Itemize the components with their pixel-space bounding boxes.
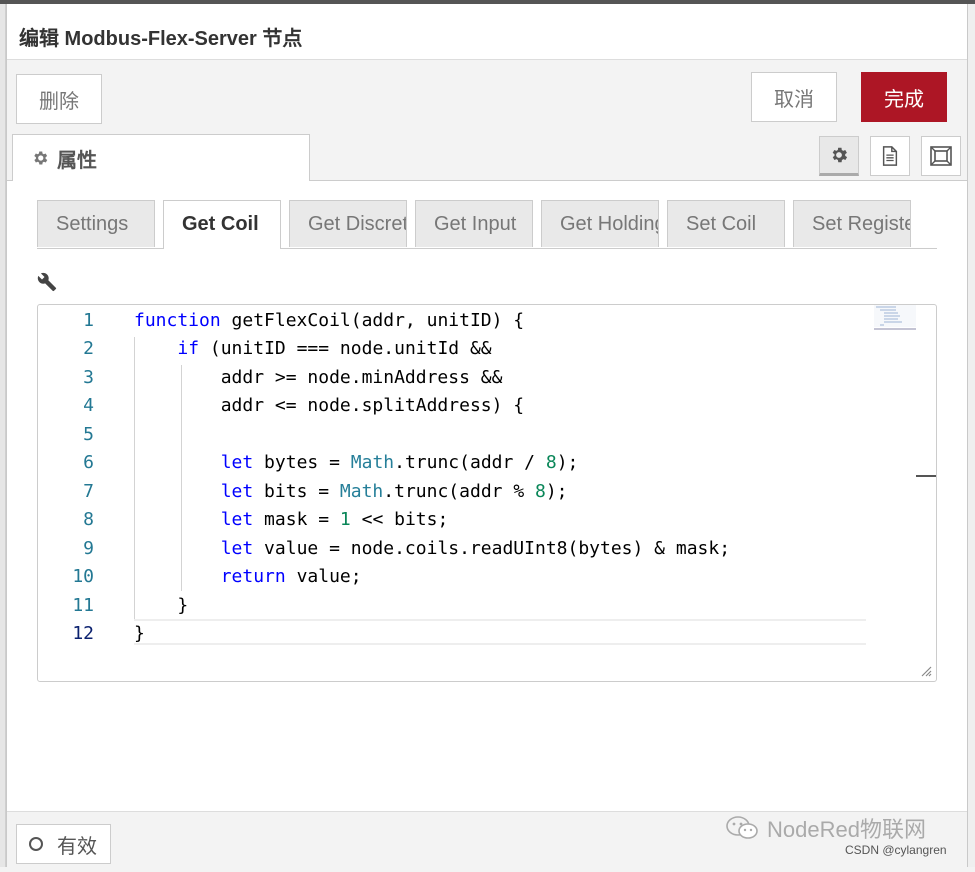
line-number-current: 12: [72, 623, 94, 644]
function-subtabs: Settings Get Coil Get Discrete Get Input…: [37, 200, 937, 249]
line-number: 2: [83, 338, 94, 359]
code-line: let mask = 1 << bits;: [220, 509, 449, 530]
subtab-get-holding[interactable]: Get Holding: [541, 200, 659, 247]
watermark: NodeRed物联网: [725, 812, 926, 844]
subtab-get-input[interactable]: Get Input: [415, 200, 533, 247]
tab-properties[interactable]: 属性: [12, 134, 310, 181]
line-number: 7: [83, 481, 94, 502]
gear-icon: [34, 151, 48, 165]
code-line: let bytes = Math.trunc(addr / 8);: [220, 452, 579, 473]
frame-icon: [930, 146, 952, 166]
edit-node-dialog: 编辑 Modbus-Flex-Server 节点 删除 取消 完成 属性 Set…: [6, 4, 968, 872]
subtab-get-discrete[interactable]: Get Discrete: [289, 200, 407, 247]
current-line-highlight: [134, 619, 866, 645]
editor-scrollbar[interactable]: [916, 305, 936, 681]
resize-grip-icon[interactable]: [920, 665, 932, 677]
line-number: 8: [83, 509, 94, 530]
watermark-text: NodeRed物联网: [767, 817, 926, 842]
code-line: return value;: [220, 566, 362, 587]
code-line: addr >= node.minAddress &&: [134, 367, 503, 388]
toggle-circle-icon: [29, 837, 43, 851]
appearance-view-button[interactable]: [921, 136, 961, 176]
subtab-set-coil[interactable]: Set Coil: [667, 200, 785, 247]
enable-toggle-label: 有效: [57, 835, 97, 858]
code-line: let value = node.coils.readUInt8(bytes) …: [220, 538, 731, 559]
document-icon: [882, 146, 898, 166]
wechat-icon: [726, 816, 758, 839]
description-view-button[interactable]: [870, 136, 910, 176]
line-number: 11: [72, 595, 94, 616]
line-number: 5: [83, 424, 94, 445]
gear-icon: [832, 147, 848, 163]
wrench-icon[interactable]: [37, 272, 57, 292]
line-number: 4: [83, 395, 94, 416]
enable-toggle-button[interactable]: 有效: [16, 824, 111, 864]
subtab-set-register[interactable]: Set Register: [793, 200, 911, 247]
code-line: }: [134, 595, 189, 616]
line-number: 9: [83, 538, 94, 559]
done-button[interactable]: 完成: [861, 72, 947, 122]
code-line: }: [134, 623, 145, 644]
code-line: function getFlexCoil(addr, unitID) {: [134, 310, 525, 331]
subtab-get-coil[interactable]: Get Coil: [163, 200, 281, 249]
dialog-action-bar: 删除 取消 完成: [7, 59, 967, 131]
dialog-tab-strip: 属性: [7, 130, 967, 181]
code-line: let bits = Math.trunc(addr % 8);: [220, 481, 568, 502]
line-number: 6: [83, 452, 94, 473]
watermark-credit: CSDN @cylangren: [845, 843, 947, 857]
code-editor[interactable]: 1 2 3 4 5 6 7 8 9 10 11 12 function getF…: [37, 304, 937, 682]
tab-properties-label: 属性: [57, 149, 97, 172]
line-number: 1: [83, 310, 94, 331]
line-number: 10: [72, 566, 94, 587]
cancel-button[interactable]: 取消: [751, 72, 837, 122]
line-number: 3: [83, 367, 94, 388]
code-minimap[interactable]: [874, 305, 916, 331]
workspace-right-edge: [967, 4, 975, 867]
properties-view-button[interactable]: [819, 136, 859, 176]
subtab-settings[interactable]: Settings: [37, 200, 155, 247]
scrollbar-position-marker: [916, 475, 936, 477]
code-line: if (unitID === node.unitId &&: [177, 338, 492, 359]
code-line: addr <= node.splitAddress) {: [134, 395, 525, 416]
dialog-title: 编辑 Modbus-Flex-Server 节点: [19, 28, 303, 50]
delete-button[interactable]: 删除: [16, 74, 102, 124]
